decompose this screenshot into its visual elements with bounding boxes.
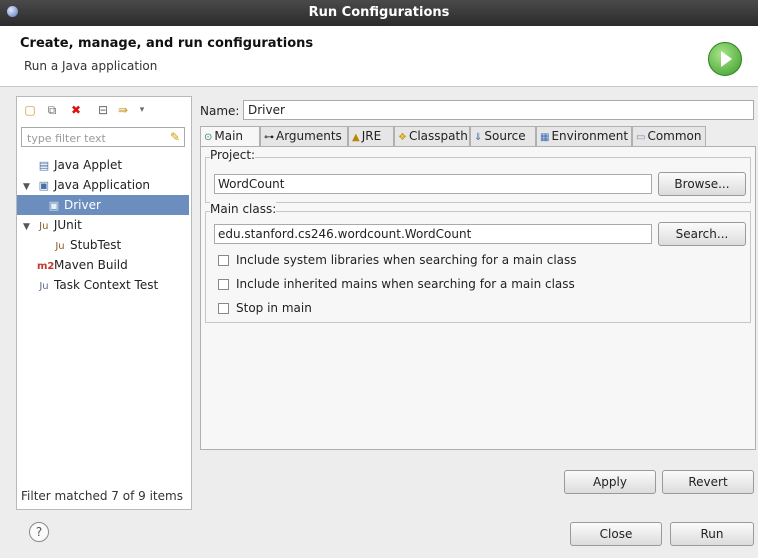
run-button[interactable]: Run [670, 522, 754, 546]
left-toolbar: ▢ ⧉ ✖ ⊟ ⇛ ▾ [19, 101, 187, 121]
window-title: Run Configurations [308, 5, 450, 20]
run-configurations-dialog: Run Configurations Create, manage, and r… [0, 0, 758, 558]
tree-item-stubtest[interactable]: Ju StubTest [17, 235, 189, 255]
new-configuration-icon[interactable]: ▢ [23, 103, 37, 117]
source-icon: ⇓ [474, 132, 483, 143]
java-applet-icon: ▤ [38, 159, 50, 172]
junit-icon: Ju [39, 221, 49, 232]
tree-item-maven-build[interactable]: m2Maven Build [17, 255, 189, 275]
tree-item-label: JUnit [53, 218, 82, 232]
name-label: Name: [200, 104, 240, 118]
tree-item-junit[interactable]: ▼ Ju JUnit [17, 215, 189, 235]
project-group: Project: WordCount Browse... [205, 148, 751, 203]
revert-button[interactable]: Revert [662, 470, 754, 494]
checkbox-label: Stop in main [236, 301, 312, 315]
header-subtitle: Run a Java application [24, 59, 158, 73]
stop-in-main-checkbox[interactable] [218, 303, 229, 314]
arguments-icon: ⊶ [264, 132, 274, 143]
delete-icon[interactable]: ✖ [69, 103, 83, 117]
checkbox-label: Include system libraries when searching … [236, 253, 577, 267]
filter-icon[interactable]: ⇛ [116, 103, 130, 117]
configuration-tabs: ⊙ Main ⊶ Arguments ▲ JRE ❖ Classpath ⇓ Source… [200, 126, 756, 146]
tree-item-label: StubTest [70, 238, 122, 252]
tree-item-driver[interactable]: ▣ Driver [17, 195, 189, 215]
task-context-icon: Ju [39, 281, 49, 292]
java-application-icon: ▣ [38, 179, 50, 192]
name-field[interactable]: Driver [243, 100, 754, 120]
expand-arrow-icon[interactable]: ▼ [23, 177, 33, 197]
tab-label: Arguments [276, 129, 342, 143]
tree-item-label: Task Context Test [54, 278, 159, 292]
maven-icon: m2 [37, 261, 55, 272]
main-tab-content: Project: WordCount Browse... Main class:… [200, 146, 756, 450]
tree-item-label: Java Application [53, 178, 151, 192]
header-title: Create, manage, and run configurations [20, 36, 314, 51]
tree-item-label: Java Applet [54, 158, 123, 172]
apply-button[interactable]: Apply [564, 470, 656, 494]
tab-jre[interactable]: ▲ JRE [348, 126, 394, 146]
tree-item-java-application[interactable]: ▼ ▣ Java Application [17, 175, 189, 195]
tab-arguments[interactable]: ⊶ Arguments [260, 126, 348, 146]
dialog-footer: ? Close Run [0, 512, 758, 558]
environment-icon: ▦ [540, 132, 550, 143]
tab-label: JRE [361, 129, 382, 143]
expand-arrow-icon[interactable]: ▼ [23, 217, 33, 237]
help-icon[interactable]: ? [29, 522, 49, 542]
filter-status: Filter matched 7 of 9 items [21, 489, 183, 503]
main-class-field[interactable]: edu.stanford.cs246.wordcount.WordCount [214, 224, 652, 244]
title-bar: Run Configurations [0, 0, 758, 26]
duplicate-icon[interactable]: ⧉ [45, 103, 59, 117]
filter-input[interactable] [25, 129, 169, 147]
tab-classpath[interactable]: ❖ Classpath [394, 126, 470, 146]
main-class-group: Main class: edu.stanford.cs246.wordcount… [205, 202, 751, 323]
tab-label: Classpath [408, 129, 468, 143]
classpath-icon: ❖ [398, 132, 407, 143]
jre-icon: ▲ [352, 132, 360, 143]
run-icon [708, 42, 742, 76]
tab-label: Source [484, 129, 526, 143]
tab-label: Main [214, 129, 244, 143]
tree-item-task-context-test[interactable]: Ju Task Context Test [17, 275, 189, 295]
checkbox-label: Include inherited mains when searching f… [236, 277, 575, 291]
include-system-libraries-checkbox[interactable] [218, 255, 229, 266]
junit-icon: Ju [55, 241, 65, 252]
dialog-header: Create, manage, and run configurations R… [0, 26, 758, 87]
main-tab-icon: ⊙ [204, 132, 213, 143]
tab-label: Environment [551, 129, 629, 143]
dropdown-icon[interactable]: ▾ [135, 103, 149, 117]
tab-label: Common [647, 129, 702, 143]
collapse-all-icon[interactable]: ⊟ [96, 103, 110, 117]
tree-item-label: Maven Build [54, 258, 128, 272]
tab-environment[interactable]: ▦ Environment [536, 126, 632, 146]
project-label: Project: [210, 148, 256, 162]
common-icon: ▭ [636, 132, 646, 143]
clear-filter-icon[interactable]: ✎ [170, 130, 180, 144]
tree-item-label: Driver [64, 198, 101, 212]
main-class-label: Main class: [210, 202, 277, 216]
configuration-list-panel: ▢ ⧉ ✖ ⊟ ⇛ ▾ ✎ ▤Java Applet ▼ ▣Java Appli… [16, 96, 192, 510]
browse-button[interactable]: Browse... [658, 172, 746, 196]
tree-item-java-applet[interactable]: ▤ Java Applet [17, 155, 189, 175]
close-button[interactable]: Close [570, 522, 662, 546]
include-inherited-mains-checkbox[interactable] [218, 279, 229, 290]
configuration-tree: ▤ Java Applet ▼ ▣ Java Application ▣ Driver… [17, 155, 189, 295]
tab-source[interactable]: ⇓ Source [470, 126, 536, 146]
tab-common[interactable]: ▭ Common [632, 126, 706, 146]
java-class-icon: ▣ [48, 199, 60, 212]
filter-input-box[interactable]: ✎ [21, 127, 185, 147]
project-field[interactable]: WordCount [214, 174, 652, 194]
tab-main[interactable]: ⊙ Main [200, 126, 260, 146]
search-button[interactable]: Search... [658, 222, 746, 246]
